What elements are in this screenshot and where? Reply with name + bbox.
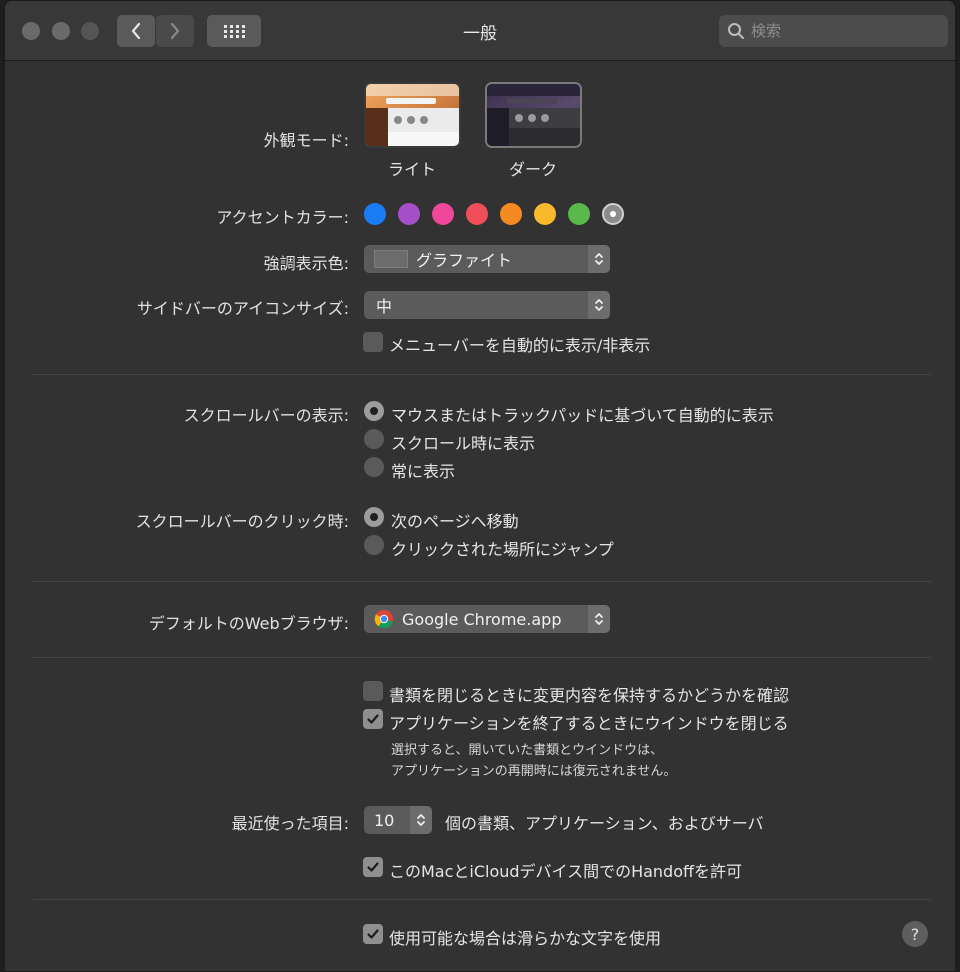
close-windows-label: アプリケーションを終了するときにウインドウを閉じる <box>389 714 789 733</box>
search-input[interactable] <box>751 22 931 40</box>
font-smoothing-checkbox[interactable] <box>363 924 383 944</box>
default-browser-stepper[interactable] <box>588 605 610 633</box>
menubar-autohide-checkbox[interactable] <box>363 332 383 352</box>
default-browser-popup[interactable]: Google Chrome.app <box>364 605 610 633</box>
accent-color-swatch[interactable] <box>432 203 454 225</box>
highlight-color-label: 強調表示色: <box>263 254 349 273</box>
light-mode-preview-icon <box>366 84 459 146</box>
checkmark-icon <box>367 714 379 724</box>
selected-indicator-icon <box>610 211 616 217</box>
accent-color-swatch[interactable] <box>466 203 488 225</box>
checkmark-icon <box>367 929 379 939</box>
updown-chevron-icon <box>595 253 603 265</box>
menubar-autohide-label: メニューバーを自動的に表示/非表示 <box>389 336 651 355</box>
accent-color-swatch[interactable] <box>534 203 556 225</box>
default-browser-value: Google Chrome.app <box>402 609 562 629</box>
accent-color-swatch[interactable] <box>500 203 522 225</box>
graphite-color-sample <box>374 250 408 268</box>
scrollbar-show-always-radio[interactable] <box>364 457 384 477</box>
scrollbar-show-label: スクロールバーの表示: <box>183 406 349 425</box>
scrollbar-click-nextpage-label: 次のページへ移動 <box>391 512 519 531</box>
accent-color-swatch[interactable] <box>568 203 590 225</box>
scrollbar-show-scrolling-label: スクロール時に表示 <box>391 434 536 453</box>
scrollbar-show-auto-radio[interactable] <box>364 401 384 421</box>
separator <box>33 657 931 658</box>
recent-items-field[interactable]: 10 <box>364 806 432 834</box>
sidebar-icon-size-label: サイドバーのアイコンサイズ: <box>136 299 349 318</box>
appearance-dark-option[interactable] <box>485 82 582 148</box>
updown-chevron-icon <box>595 299 603 311</box>
recent-items-value: 10 <box>374 810 395 830</box>
accent-color-swatch[interactable] <box>398 203 420 225</box>
scrollbar-click-nextpage-radio[interactable] <box>364 507 384 527</box>
scrollbar-click-label: スクロールバーのクリック時: <box>135 512 349 531</box>
highlight-color-value: グラファイト <box>416 251 513 270</box>
ask-keep-changes-label: 書類を閉じるときに変更内容を保持するかどうかを確認 <box>389 686 790 705</box>
recent-items-suffix: 個の書類、アプリケーション、およびサーバ <box>445 814 764 833</box>
separator <box>33 374 931 375</box>
updown-chevron-icon <box>595 613 603 625</box>
search-icon <box>728 23 744 39</box>
help-button[interactable]: ? <box>902 921 928 947</box>
scrollbar-click-jump-label: クリックされた場所にジャンプ <box>391 540 614 559</box>
handoff-checkbox[interactable] <box>363 857 383 877</box>
default-browser-label: デフォルトのWebブラウザ: <box>148 614 349 633</box>
title-bar: 一般 <box>5 1 955 61</box>
scrollbar-show-always-label: 常に表示 <box>391 462 456 481</box>
recent-items-stepper[interactable] <box>410 806 432 834</box>
sidebar-icon-size-value: 中 <box>376 297 393 316</box>
appearance-light-option[interactable] <box>364 82 461 148</box>
appearance-label: 外観モード: <box>263 131 349 150</box>
separator <box>33 899 931 900</box>
close-windows-checkbox[interactable] <box>363 709 383 729</box>
accent-color-swatch[interactable] <box>364 203 386 225</box>
ask-keep-changes-checkbox[interactable] <box>363 681 383 701</box>
recent-items-label: 最近使った項目: <box>231 814 349 833</box>
accent-color-label: アクセントカラー: <box>216 208 349 227</box>
handoff-label: このMacとiCloudデバイス間でのHandoffを許可 <box>389 862 743 881</box>
accent-color-swatch[interactable] <box>602 203 624 225</box>
checkmark-icon <box>367 862 379 872</box>
font-smoothing-label: 使用可能な場合は滑らかな文字を使用 <box>389 929 662 948</box>
close-windows-note-line2: アプリケーションの再開時には復元されません。 <box>391 764 677 779</box>
appearance-light-caption: ライト <box>387 160 436 179</box>
separator <box>33 581 931 582</box>
dark-mode-preview-icon <box>487 84 580 146</box>
scrollbar-show-auto-label: マウスまたはトラックパッドに基づいて自動的に表示 <box>391 406 774 425</box>
sidebar-icon-size-stepper[interactable] <box>588 291 610 319</box>
chrome-icon <box>374 610 393 629</box>
highlight-color-popup[interactable]: グラファイト <box>364 245 610 273</box>
updown-chevron-icon <box>417 814 425 826</box>
search-field[interactable] <box>719 15 948 47</box>
scrollbar-click-jump-radio[interactable] <box>364 535 384 555</box>
highlight-color-stepper[interactable] <box>588 245 610 273</box>
sidebar-icon-size-popup[interactable]: 中 <box>364 291 610 319</box>
scrollbar-show-scrolling-radio[interactable] <box>364 429 384 449</box>
preferences-window: 一般 外観モード: ライト ダーク <box>4 0 956 972</box>
appearance-dark-caption: ダーク <box>508 160 557 179</box>
close-windows-note-line1: 選択すると、開いていた書類とウインドウは、 <box>391 743 664 758</box>
